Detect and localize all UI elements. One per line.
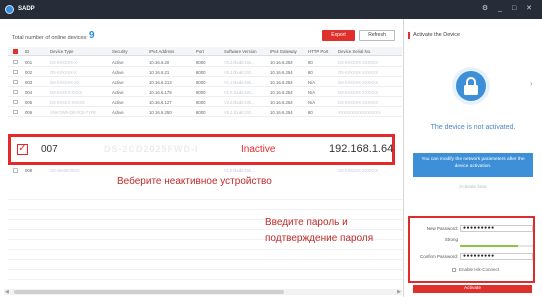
device-list-panel: Total number of online devices: 9 Export… <box>0 19 404 297</box>
scroll-left-icon[interactable]: ◀ <box>5 289 9 295</box>
activation-panel: Activate the Device › The device is not … <box>404 19 542 297</box>
empty-row <box>8 271 402 280</box>
password-form: New Password: ●●●●●●●●● Strong Confirm P… <box>408 216 535 283</box>
strength-fill <box>460 245 519 247</box>
empty-row <box>8 261 402 270</box>
annotation-line: Введите пароль и <box>265 217 348 228</box>
annotation-enter-password: Введите пароль и подтверждение пароля <box>265 215 373 247</box>
device-type: DS-2CD2025FWD-I <box>104 144 199 154</box>
col-ipv4[interactable]: IPv4 Address <box>149 49 174 54</box>
col-http-port[interactable]: HTTP Port <box>308 49 328 54</box>
col-software[interactable]: Software Version <box>224 49 256 54</box>
confirm-password-field[interactable]: ●●●●●●●●● <box>460 253 533 260</box>
col-security[interactable]: Security <box>112 49 128 54</box>
hik-connect-checkbox[interactable] <box>452 268 456 272</box>
activate-button[interactable]: Activate <box>413 285 532 293</box>
panel-title: Activate the Device <box>413 32 461 38</box>
row-checkbox[interactable] <box>13 59 18 64</box>
expand-arrow-icon[interactable]: › <box>530 79 533 88</box>
section-accent <box>408 32 410 39</box>
row-checkbox[interactable] <box>13 99 18 104</box>
table-row[interactable]: 001 DS-XXXXXX-X Active 10.16.6.20 8000 V… <box>8 57 402 67</box>
col-gateway[interactable]: IPv4 Gateway <box>270 49 297 54</box>
online-count-label: Total number of online devices: <box>12 35 88 41</box>
annotation-line: подтверждение пароля <box>265 233 374 244</box>
security-status: Inactive <box>241 144 276 155</box>
sadp-logo-icon <box>5 5 14 14</box>
activation-status: The device is not activated. <box>430 124 516 131</box>
row-checkbox[interactable] <box>13 168 18 173</box>
annotation-select-inactive: Веберите неактивное устройство <box>117 176 272 187</box>
empty-row <box>8 191 402 200</box>
col-device-type[interactable]: Device Type <box>50 49 74 54</box>
scroll-right-icon[interactable]: ▶ <box>397 289 401 295</box>
table-row[interactable]: 006 UNKOWN-DEVICE-TYPE Active 10.16.6.25… <box>8 107 402 117</box>
col-port[interactable]: Port <box>196 49 204 54</box>
device-ip: 192.168.1.64 <box>329 143 394 155</box>
select-all-checkbox[interactable] <box>13 49 18 54</box>
hik-connect-label: Enable Hik-Connect <box>459 267 500 272</box>
scrollbar-thumb[interactable] <box>14 290 284 294</box>
table-row[interactable]: 002 DS-XXXXXX-X Active 10.16.6.21 8000 V… <box>8 67 402 77</box>
new-password-label: New Password: <box>426 226 458 231</box>
online-count-value: 9 <box>89 30 95 41</box>
table-header: ID Device Type Security IPv4 Address Por… <box>8 47 402 56</box>
table-row[interactable]: 003 DS-XXXXXX-XX Active 10.16.6.213 8000… <box>8 77 402 87</box>
info-box: You can modify the network parameters af… <box>413 153 533 177</box>
horizontal-scrollbar[interactable]: ◀ ▶ <box>4 289 402 295</box>
password-strength-bar <box>460 245 533 247</box>
confirm-password-label: Confirm Password: <box>419 254 458 259</box>
col-id[interactable]: ID <box>25 49 29 54</box>
strength-label: Strong <box>444 237 458 242</box>
table-row[interactable]: 008 DS-19A08-0XXX V1.0.0build 160... DS-… <box>8 166 402 175</box>
empty-row <box>8 201 402 210</box>
lock-icon <box>452 67 490 105</box>
export-button[interactable]: Export <box>322 30 355 41</box>
app-title: SADP <box>18 6 35 12</box>
refresh-button[interactable]: Refresh <box>359 30 395 41</box>
row-checkbox[interactable] <box>13 79 18 84</box>
activate-now-link[interactable]: Activate Now <box>404 185 542 190</box>
row-checkbox[interactable] <box>13 89 18 94</box>
row-checkbox[interactable] <box>13 109 18 114</box>
device-id: 007 <box>41 144 58 155</box>
empty-row <box>8 251 402 260</box>
selected-device-row[interactable]: ✓ 007 DS-2CD2025FWD-I Inactive 192.168.1… <box>8 134 395 165</box>
window-controls[interactable]: ⚙ _ □ ✕ <box>482 4 536 12</box>
table-row[interactable]: 004 DS-XXXXX-XXXX Active 10.16.6.179 800… <box>8 87 402 97</box>
col-serial[interactable]: Device Serial No. <box>338 49 371 54</box>
title-bar: SADP ⚙ _ □ ✕ <box>0 0 542 19</box>
table-row[interactable]: 005 DS-XXXXX-XXXXX Active 10.16.6.127 80… <box>8 97 402 107</box>
new-password-field[interactable]: ●●●●●●●●● <box>460 225 533 232</box>
row-checkbox[interactable] <box>13 69 18 74</box>
row-checkbox-checked[interactable]: ✓ <box>17 144 28 155</box>
